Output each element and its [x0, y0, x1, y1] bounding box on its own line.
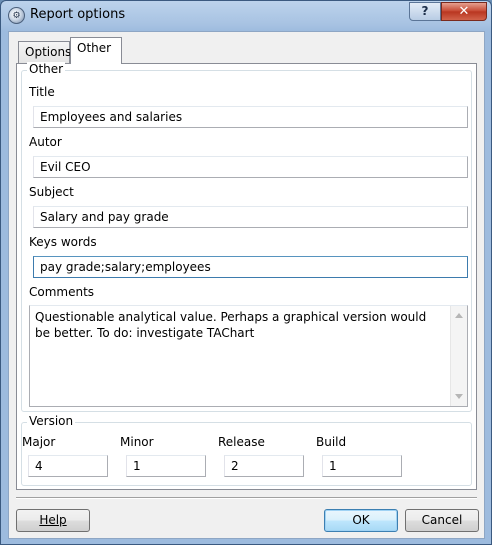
scroll-down-icon[interactable] — [455, 394, 463, 399]
release-label: Release — [218, 435, 265, 449]
comments-memo[interactable]: Questionable analytical value. Perhaps a… — [29, 305, 468, 407]
version-group-legend: Version — [27, 414, 76, 428]
close-icon: ✕ — [458, 4, 470, 19]
subject-label: Subject — [29, 185, 74, 199]
cancel-button[interactable]: Cancel — [405, 509, 479, 532]
title-help-button[interactable]: ? — [409, 2, 441, 21]
help-button-label: Help — [39, 513, 67, 527]
tab-options[interactable]: Options — [18, 41, 71, 63]
tab-panel-other: Other Title Employees and salaries Autor… — [16, 62, 477, 490]
button-separator — [16, 497, 477, 499]
other-group: Other Title Employees and salaries Autor… — [21, 62, 472, 412]
keywords-label: Keys words — [29, 235, 97, 249]
subject-field[interactable]: Salary and pay grade — [33, 206, 468, 228]
help-button[interactable]: Help — [16, 509, 90, 532]
close-button[interactable]: ✕ — [441, 2, 487, 21]
build-field[interactable]: 1 — [322, 455, 402, 477]
comments-scrollbar[interactable] — [450, 306, 467, 406]
comments-label: Comments — [29, 285, 95, 299]
major-label: Major — [22, 435, 56, 449]
window-title: Report options — [30, 7, 126, 22]
major-field[interactable]: 4 — [28, 455, 108, 477]
app-gear-icon: ⚙ — [8, 7, 25, 24]
minor-label: Minor — [120, 435, 154, 449]
other-group-legend: Other — [27, 62, 66, 76]
build-label: Build — [316, 435, 347, 449]
title-field[interactable]: Employees and salaries — [33, 106, 468, 128]
tab-other[interactable]: Other — [70, 37, 122, 64]
ok-button[interactable]: OK — [324, 509, 398, 532]
title-bar[interactable]: ⚙ Report options ? ✕ — [1, 1, 491, 31]
comments-text: Questionable analytical value. Perhaps a… — [35, 310, 427, 340]
release-field[interactable]: 2 — [224, 455, 304, 477]
author-label: Autor — [29, 135, 62, 149]
keywords-field[interactable]: pay grade;salary;employees — [33, 256, 468, 278]
title-label: Title — [29, 85, 55, 99]
author-field[interactable]: Evil CEO — [33, 156, 468, 178]
version-group: Version Major 4 Minor 1 Release 2 Build … — [21, 414, 472, 486]
minor-field[interactable]: 1 — [126, 455, 206, 477]
dialog-client-area: Options Other Other Title Employees and … — [8, 31, 485, 539]
report-options-window: ⚙ Report options ? ✕ Options Other Other… — [0, 0, 492, 545]
scroll-up-icon[interactable] — [455, 313, 463, 318]
